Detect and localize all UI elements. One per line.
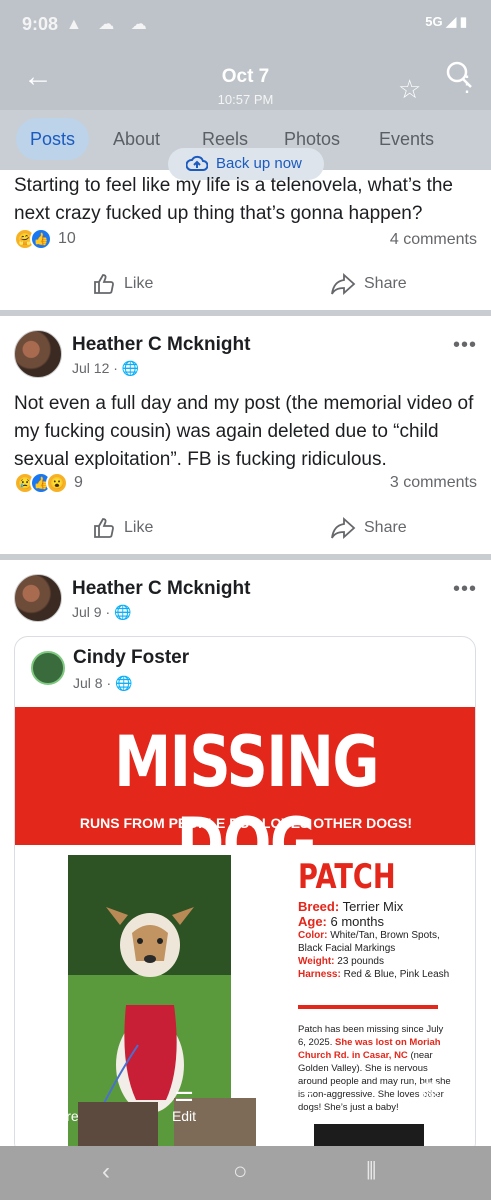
post1-reactions[interactable]: 🤗 👍 10 (14, 228, 76, 250)
tab-about[interactable]: About (99, 118, 174, 160)
post2-text: Not even a full day and my post (the mem… (14, 393, 474, 470)
post1-like-button[interactable]: Like (92, 272, 153, 296)
post2-share-button[interactable]: Share (330, 516, 407, 540)
post3-meta: Jul 9 · 🌐 (72, 604, 131, 621)
nav-home-icon[interactable]: ○ (233, 1158, 248, 1186)
star-icon[interactable]: ☆ (398, 74, 421, 105)
post1-reaction-count: 10 (58, 230, 76, 247)
age-value: 6 months (330, 914, 384, 929)
breed-label: Breed: (298, 899, 340, 914)
edit-sliders-icon: ⚌ (174, 1081, 194, 1106)
tab-posts[interactable]: Posts (16, 118, 90, 160)
status-icons: ▲ ☁ ☁ (66, 16, 153, 33)
flyer-divider (298, 1005, 438, 1009)
share-arrow-icon (331, 516, 356, 540)
harness-label: Harness: (298, 969, 341, 980)
post2-author[interactable]: Heather C Mcknight (72, 334, 250, 356)
flyer-banner: MISSING DOG RUNS FROM PEOPLE BUT LOVES O… (15, 707, 475, 885)
share-arrow-icon (331, 272, 356, 296)
post1-actions: Like Share (0, 264, 491, 304)
post1-text: Starting to feel like my life is a telen… (14, 175, 453, 224)
network-label: 5G (425, 14, 443, 29)
status-bar: 9:08 ▲ ☁ ☁ 5G ◢ ▮ (0, 0, 491, 48)
post3-date: Jul 9 · (72, 604, 111, 620)
post1-share-button[interactable]: Share (330, 272, 407, 296)
more-options-icon[interactable]: ⋮ (456, 73, 478, 95)
post3-more-icon[interactable]: ••• (453, 578, 477, 601)
status-right: 5G ◢ ▮ (425, 14, 467, 30)
share-label: Share (41, 1108, 79, 1124)
globe-icon: 🌐 (115, 675, 133, 691)
trash-button[interactable]: 🗑 Trash (390, 1080, 470, 1124)
flyer-subtitle: RUNS FROM PEOPLE BUT LOVES OTHER DOGS! (79, 815, 413, 831)
post1-like-label: Like (124, 275, 154, 292)
dog-name: PATCH (298, 857, 396, 897)
like-reaction-icon: 👍 (30, 228, 52, 250)
add-icon: + (300, 1081, 314, 1106)
breed-value: Terrier Mix (342, 899, 404, 914)
dog-facts: Breed: Terrier Mix Age: 6 months Color: … (298, 899, 458, 981)
post-divider (0, 310, 491, 316)
add-to-button[interactable]: + Add to (267, 1080, 347, 1124)
nav-recents-icon[interactable]: ⦀ (366, 1158, 377, 1186)
backup-label: Back up now (216, 155, 302, 172)
thumbs-up-icon (94, 274, 114, 294)
post2-date: Jul 12 · (72, 360, 118, 376)
post2-reaction-count: 9 (74, 474, 83, 491)
post-divider (0, 554, 491, 560)
post2-more-icon[interactable]: ••• (453, 334, 477, 357)
age-label: Age: (298, 914, 327, 929)
add-to-label: Add to (286, 1108, 328, 1124)
harness-value: Red & Blue, Pink Leash (343, 969, 450, 980)
cloud-upload-icon (186, 155, 208, 171)
shared-author[interactable]: Cindy Foster (73, 647, 189, 669)
share-button[interactable]: ⋖ Share (20, 1080, 100, 1124)
tab-events[interactable]: Events (365, 118, 448, 160)
edit-button[interactable]: ⚌ Edit (144, 1080, 224, 1124)
post3-author[interactable]: Heather C Mcknight (72, 578, 250, 600)
weight-label: Weight: (298, 956, 335, 967)
avatar[interactable] (14, 574, 62, 622)
shared-date: Jul 8 · (73, 675, 112, 691)
wow-reaction-icon: 😮 (46, 472, 68, 494)
edit-label: Edit (171, 1108, 197, 1124)
post2-comments[interactable]: 3 comments (390, 474, 477, 492)
post2-actions: Like Share (0, 508, 491, 548)
avatar[interactable] (31, 651, 65, 685)
post1-comments[interactable]: 4 comments (390, 231, 477, 249)
trash-label: Trash (412, 1108, 448, 1124)
globe-icon: 🌐 (114, 604, 132, 620)
post2-like-label: Like (124, 519, 154, 536)
signal-icon: ◢ (446, 14, 457, 29)
gallery-actions: ⋖ Share ⚌ Edit + Add to 🗑 Trash (0, 1070, 491, 1146)
post2-like-button[interactable]: Like (92, 516, 153, 540)
viewer-top-bar: ← Oct 7 10:57 PM ☆ ⋮ (0, 48, 491, 110)
share-icon: ⋖ (50, 1081, 70, 1106)
status-time: 9:08 (22, 14, 59, 34)
post2-meta: Jul 12 · 🌐 (72, 360, 139, 377)
shared-meta: Jul 8 · 🌐 (73, 675, 132, 692)
thumbs-up-icon (94, 518, 114, 538)
trash-icon: 🗑 (416, 1081, 444, 1106)
weight-value: 23 pounds (337, 956, 384, 967)
avatar[interactable] (14, 330, 62, 378)
nav-back-icon[interactable]: ‹ (102, 1158, 110, 1186)
globe-icon: 🌐 (121, 360, 140, 376)
post2-header: Heather C Mcknight Jul 12 · 🌐 ••• (0, 330, 491, 386)
post2-reactions[interactable]: 😢 👍 😮 9 (14, 472, 83, 494)
post2-share-label: Share (364, 519, 407, 536)
post3-header: Heather C Mcknight Jul 9 · 🌐 ••• (0, 574, 491, 630)
battery-icon: ▮ (459, 14, 467, 29)
color-label: Color: (298, 930, 328, 941)
system-nav-bar: ‹ ○ ⦀ (0, 1146, 491, 1200)
post1-share-label: Share (364, 275, 407, 292)
